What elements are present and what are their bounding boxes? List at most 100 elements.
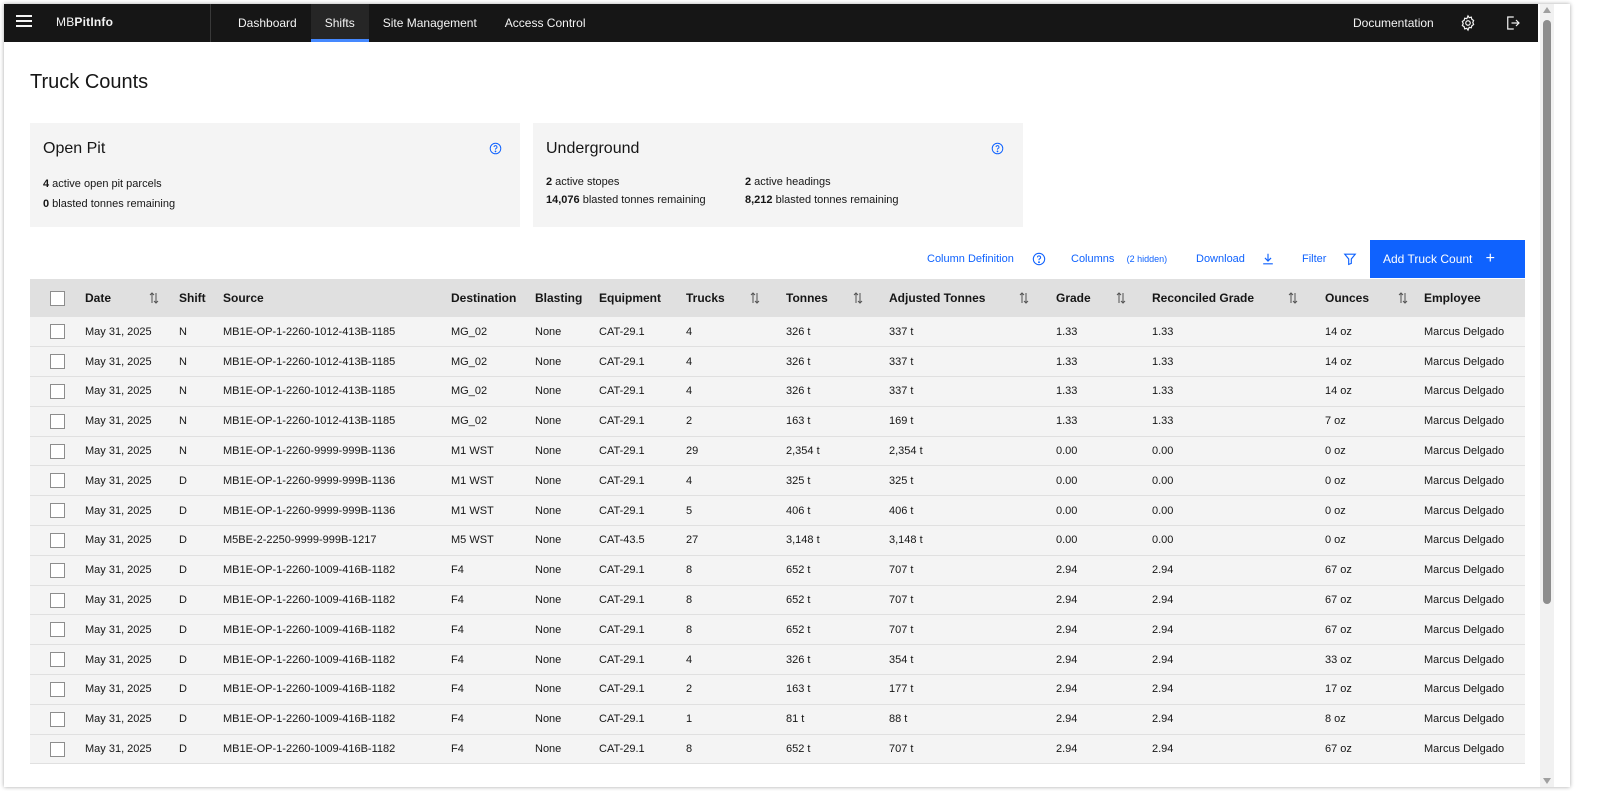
scroll-up-icon[interactable]	[1543, 7, 1551, 13]
row-checkbox[interactable]	[50, 354, 65, 370]
cell-employee: Marcus Delgado	[1424, 623, 1505, 636]
column-definition-link[interactable]: Column Definition	[927, 253, 1014, 265]
cell-date: May 31, 2025	[85, 713, 152, 726]
select-all-cell	[30, 279, 85, 317]
row-checkbox[interactable]	[50, 711, 65, 727]
help-icon[interactable]	[991, 142, 1004, 155]
row-checkbox[interactable]	[50, 562, 65, 578]
brand-logo[interactable]: MBPitInfo	[56, 15, 113, 29]
nav-access-control[interactable]: Access Control	[491, 4, 600, 42]
sort-icon[interactable]	[1019, 292, 1029, 304]
table-row[interactable]: May 31, 2025 D MB1E-OP-1-2260-9999-999B-11…	[30, 495, 1525, 526]
sort-icon[interactable]	[853, 292, 863, 304]
table-row[interactable]: May 31, 2025 D MB1E-OP-1-2260-1009-416B-11…	[30, 644, 1525, 675]
row-select-cell	[30, 526, 85, 556]
cell-reconciled-grade: 2.94	[1152, 653, 1174, 666]
cell-equipment: CAT-29.1	[599, 385, 645, 398]
cell-reconciled-grade: 2.94	[1152, 713, 1174, 726]
row-checkbox[interactable]	[50, 413, 65, 429]
cell-adjusted-tonnes: 707 t	[889, 623, 914, 636]
cell-tonnes: 652 t	[786, 623, 811, 636]
table-row[interactable]: May 31, 2025 N MB1E-OP-1-2260-1012-413B-11…	[30, 317, 1525, 347]
cell-grade: 2.94	[1056, 713, 1078, 726]
header-grade[interactable]: Grade	[1056, 279, 1152, 317]
row-checkbox[interactable]	[50, 383, 65, 399]
table-row[interactable]: May 31, 2025 D MB1E-OP-1-2260-1009-416B-11…	[30, 704, 1525, 735]
header-trucks[interactable]: Trucks	[686, 279, 786, 317]
table-row[interactable]: May 31, 2025 D MB1E-OP-1-2260-9999-999B-11…	[30, 465, 1525, 496]
filter-button[interactable]: Filter	[1302, 253, 1326, 265]
row-checkbox[interactable]	[50, 503, 65, 519]
row-checkbox[interactable]	[50, 324, 65, 340]
header-tonnes[interactable]: Tonnes	[786, 279, 889, 317]
table-row[interactable]: May 31, 2025 N MB1E-OP-1-2260-1012-413B-11…	[30, 376, 1525, 407]
cell-trucks: 1	[686, 713, 693, 726]
row-select-cell	[30, 377, 85, 407]
header-date[interactable]: Date	[85, 279, 179, 317]
row-select-cell	[30, 585, 85, 615]
cell-shift: D	[179, 683, 187, 696]
sort-icon[interactable]	[149, 292, 159, 304]
cell-tonnes: 326 t	[786, 355, 811, 368]
row-checkbox[interactable]	[50, 532, 65, 548]
cell-blasting: None	[535, 564, 562, 577]
table-row[interactable]: May 31, 2025 D MB1E-OP-1-2260-1009-416B-11…	[30, 585, 1525, 615]
cell-grade: 1.33	[1056, 415, 1078, 428]
nav-shifts[interactable]: Shifts	[310, 4, 369, 42]
gear-icon[interactable]	[1459, 14, 1477, 32]
help-icon[interactable]	[1032, 252, 1046, 266]
cell-date: May 31, 2025	[85, 623, 152, 636]
header-adjusted-tonnes[interactable]: Adjusted Tonnes	[889, 279, 1056, 317]
cell-trucks: 4	[686, 474, 693, 487]
table-row[interactable]: May 31, 2025 N MB1E-OP-1-2260-1012-413B-11…	[30, 346, 1525, 377]
cell-destination: F4	[451, 743, 464, 756]
row-checkbox[interactable]	[50, 741, 65, 757]
header-reconciled-grade[interactable]: Reconciled Grade	[1152, 279, 1325, 317]
scroll-down-icon[interactable]	[1543, 778, 1551, 784]
sort-icon[interactable]	[1398, 292, 1408, 304]
sort-icon[interactable]	[1288, 292, 1298, 304]
filter-icon[interactable]	[1343, 252, 1357, 266]
table-row[interactable]: May 31, 2025 D MB1E-OP-1-2260-1009-416B-11…	[30, 555, 1525, 586]
row-checkbox[interactable]	[50, 473, 65, 489]
scrollbar-thumb[interactable]	[1543, 20, 1551, 604]
stat-active-stopes: 2 active stopes	[546, 176, 620, 188]
download-icon[interactable]	[1261, 252, 1275, 266]
nav-site-management[interactable]: Site Management	[369, 4, 491, 42]
logout-icon[interactable]	[1504, 14, 1522, 32]
table-row[interactable]: May 31, 2025 D MB1E-OP-1-2260-1009-416B-11…	[30, 674, 1525, 705]
row-checkbox[interactable]	[50, 443, 65, 459]
cell-reconciled-grade: 0.00	[1152, 534, 1174, 547]
header-ounces[interactable]: Ounces	[1325, 279, 1424, 317]
cell-adjusted-tonnes: 337 t	[889, 325, 914, 338]
cell-adjusted-tonnes: 354 t	[889, 653, 914, 666]
cell-destination: M1 WST	[451, 474, 494, 487]
sort-icon[interactable]	[750, 292, 760, 304]
row-select-cell	[30, 675, 85, 705]
select-all-checkbox[interactable]	[50, 290, 65, 306]
table-row[interactable]: May 31, 2025 D MB1E-OP-1-2260-1009-416B-11…	[30, 614, 1525, 645]
documentation-link[interactable]: Documentation	[1353, 4, 1434, 42]
cell-date: May 31, 2025	[85, 534, 152, 547]
cell-shift: N	[179, 325, 187, 338]
row-checkbox[interactable]	[50, 622, 65, 638]
row-checkbox[interactable]	[50, 592, 65, 608]
download-button[interactable]: Download	[1196, 253, 1245, 265]
row-checkbox[interactable]	[50, 681, 65, 697]
nav-dashboard[interactable]: Dashboard	[224, 4, 311, 42]
table-row[interactable]: May 31, 2025 N MB1E-OP-1-2260-9999-999B-11…	[30, 436, 1525, 466]
cell-source: MB1E-OP-1-2260-1009-416B-1182	[223, 623, 396, 636]
cell-trucks: 8	[686, 564, 693, 577]
table-row[interactable]: May 31, 2025 D MB1E-OP-1-2260-1009-416B-11…	[30, 734, 1525, 764]
cell-grade: 0.00	[1056, 534, 1078, 547]
table-row[interactable]: May 31, 2025 D M5BE-2-2250-9999-999B-1217 M…	[30, 525, 1525, 556]
vertical-scrollbar[interactable]	[1540, 4, 1554, 787]
table-row[interactable]: May 31, 2025 N MB1E-OP-1-2260-1012-413B-11…	[30, 406, 1525, 437]
menu-icon[interactable]	[16, 15, 32, 29]
row-checkbox[interactable]	[50, 652, 65, 668]
cell-destination: M1 WST	[451, 445, 494, 458]
add-truck-count-button[interactable]: Add Truck Count +	[1370, 240, 1525, 278]
sort-icon[interactable]	[1116, 292, 1126, 304]
help-icon[interactable]	[489, 142, 502, 155]
columns-button[interactable]: Columns (2 hidden)	[1071, 253, 1167, 265]
